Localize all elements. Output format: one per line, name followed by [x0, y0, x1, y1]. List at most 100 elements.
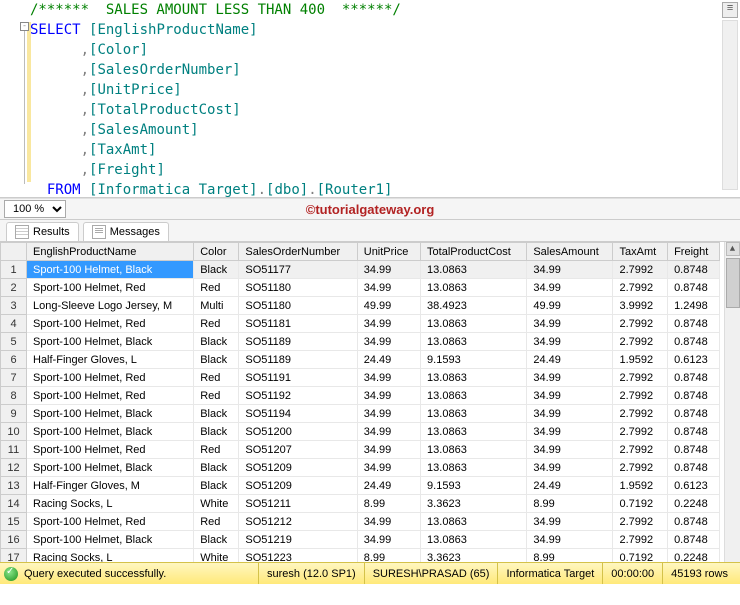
table-row[interactable]: 16Sport-100 Helmet, BlackBlackSO5121934.… [1, 531, 720, 549]
rownum-cell[interactable]: 12 [1, 459, 27, 477]
tab-results[interactable]: Results [6, 222, 79, 241]
cell[interactable]: 34.99 [527, 315, 613, 333]
cell[interactable]: 0.7192 [613, 495, 668, 513]
cell[interactable]: 0.8748 [668, 333, 720, 351]
fold-toggle-icon[interactable]: - [20, 22, 29, 31]
rownum-cell[interactable]: 16 [1, 531, 27, 549]
cell[interactable]: SO51200 [239, 423, 357, 441]
cell[interactable]: Long-Sleeve Logo Jersey, M [27, 297, 194, 315]
rownum-cell[interactable]: 3 [1, 297, 27, 315]
cell[interactable]: 0.8748 [668, 387, 720, 405]
cell[interactable]: 13.0863 [421, 387, 527, 405]
cell[interactable]: SO51212 [239, 513, 357, 531]
cell[interactable]: 0.8748 [668, 279, 720, 297]
cell[interactable]: 2.7992 [613, 315, 668, 333]
cell[interactable]: 34.99 [357, 333, 420, 351]
cell[interactable]: 0.8748 [668, 423, 720, 441]
scroll-up-icon[interactable]: ▲ [726, 242, 740, 256]
table-row[interactable]: 3Long-Sleeve Logo Jersey, MMultiSO511804… [1, 297, 720, 315]
cell[interactable]: Red [194, 441, 239, 459]
cell[interactable]: Sport-100 Helmet, Red [27, 387, 194, 405]
cell[interactable]: 0.7192 [613, 549, 668, 563]
rownum-cell[interactable]: 15 [1, 513, 27, 531]
table-row[interactable]: 2Sport-100 Helmet, RedRedSO5118034.9913.… [1, 279, 720, 297]
cell[interactable]: Red [194, 387, 239, 405]
rownum-cell[interactable]: 9 [1, 405, 27, 423]
cell[interactable]: 1.9592 [613, 351, 668, 369]
cell[interactable]: 2.7992 [613, 513, 668, 531]
grid-scrollbar[interactable]: ▲ [724, 242, 740, 562]
cell[interactable]: 34.99 [357, 423, 420, 441]
rownum-cell[interactable]: 14 [1, 495, 27, 513]
col-SalesOrderNumber[interactable]: SalesOrderNumber [239, 243, 357, 261]
cell[interactable]: Sport-100 Helmet, Black [27, 423, 194, 441]
cell[interactable]: Black [194, 261, 239, 279]
cell[interactable]: 34.99 [527, 369, 613, 387]
cell[interactable]: 34.99 [527, 333, 613, 351]
cell[interactable]: SO51189 [239, 351, 357, 369]
cell[interactable]: 34.99 [357, 513, 420, 531]
cell[interactable]: SO51223 [239, 549, 357, 563]
cell[interactable]: Black [194, 459, 239, 477]
cell[interactable]: 2.7992 [613, 279, 668, 297]
cell[interactable]: 8.99 [527, 549, 613, 563]
cell[interactable]: Sport-100 Helmet, Red [27, 315, 194, 333]
rownum-cell[interactable]: 1 [1, 261, 27, 279]
editor-scrollbar[interactable] [722, 20, 738, 190]
cell[interactable]: 0.6123 [668, 477, 720, 495]
cell[interactable]: 2.7992 [613, 441, 668, 459]
cell[interactable]: 3.3623 [421, 549, 527, 563]
split-horizontal-icon[interactable]: ≡ [722, 2, 738, 18]
cell[interactable]: 2.7992 [613, 387, 668, 405]
cell[interactable]: 34.99 [527, 441, 613, 459]
cell[interactable]: 0.8748 [668, 261, 720, 279]
rownum-cell[interactable]: 8 [1, 387, 27, 405]
cell[interactable]: 34.99 [357, 369, 420, 387]
rownum-cell[interactable]: 7 [1, 369, 27, 387]
cell[interactable]: 34.99 [357, 405, 420, 423]
cell[interactable]: Half-Finger Gloves, M [27, 477, 194, 495]
cell[interactable]: 34.99 [357, 387, 420, 405]
cell[interactable]: 3.9992 [613, 297, 668, 315]
cell[interactable]: 0.2248 [668, 495, 720, 513]
cell[interactable]: SO51192 [239, 387, 357, 405]
cell[interactable]: Sport-100 Helmet, Black [27, 405, 194, 423]
cell[interactable]: 2.7992 [613, 423, 668, 441]
cell[interactable]: 34.99 [527, 513, 613, 531]
cell[interactable]: 34.99 [357, 315, 420, 333]
col-EnglishProductName[interactable]: EnglishProductName [27, 243, 194, 261]
cell[interactable]: Sport-100 Helmet, Red [27, 441, 194, 459]
cell[interactable]: Sport-100 Helmet, Red [27, 279, 194, 297]
rownum-header[interactable] [1, 243, 27, 261]
cell[interactable]: SO51207 [239, 441, 357, 459]
cell[interactable]: 13.0863 [421, 279, 527, 297]
cell[interactable]: 9.1593 [421, 477, 527, 495]
zoom-select[interactable]: 100 % [4, 200, 66, 218]
table-row[interactable]: 12Sport-100 Helmet, BlackBlackSO5120934.… [1, 459, 720, 477]
col-TotalProductCost[interactable]: TotalProductCost [421, 243, 527, 261]
cell[interactable]: 0.8748 [668, 531, 720, 549]
cell[interactable]: Sport-100 Helmet, Black [27, 459, 194, 477]
table-row[interactable]: 6Half-Finger Gloves, LBlackSO5118924.499… [1, 351, 720, 369]
rownum-cell[interactable]: 17 [1, 549, 27, 563]
cell[interactable]: 0.8748 [668, 441, 720, 459]
cell[interactable]: 24.49 [527, 351, 613, 369]
cell[interactable]: Black [194, 405, 239, 423]
cell[interactable]: 13.0863 [421, 369, 527, 387]
cell[interactable]: 13.0863 [421, 405, 527, 423]
rownum-cell[interactable]: 11 [1, 441, 27, 459]
cell[interactable]: 2.7992 [613, 531, 668, 549]
cell[interactable]: White [194, 549, 239, 563]
cell[interactable]: Multi [194, 297, 239, 315]
cell[interactable]: 1.2498 [668, 297, 720, 315]
col-Color[interactable]: Color [194, 243, 239, 261]
cell[interactable]: SO51181 [239, 315, 357, 333]
cell[interactable]: 2.7992 [613, 459, 668, 477]
cell[interactable]: 24.49 [527, 477, 613, 495]
table-row[interactable]: 7Sport-100 Helmet, RedRedSO5119134.9913.… [1, 369, 720, 387]
cell[interactable]: 2.7992 [613, 369, 668, 387]
cell[interactable]: 34.99 [527, 387, 613, 405]
cell[interactable]: 34.99 [527, 405, 613, 423]
cell[interactable]: 34.99 [527, 459, 613, 477]
cell[interactable]: SO51194 [239, 405, 357, 423]
